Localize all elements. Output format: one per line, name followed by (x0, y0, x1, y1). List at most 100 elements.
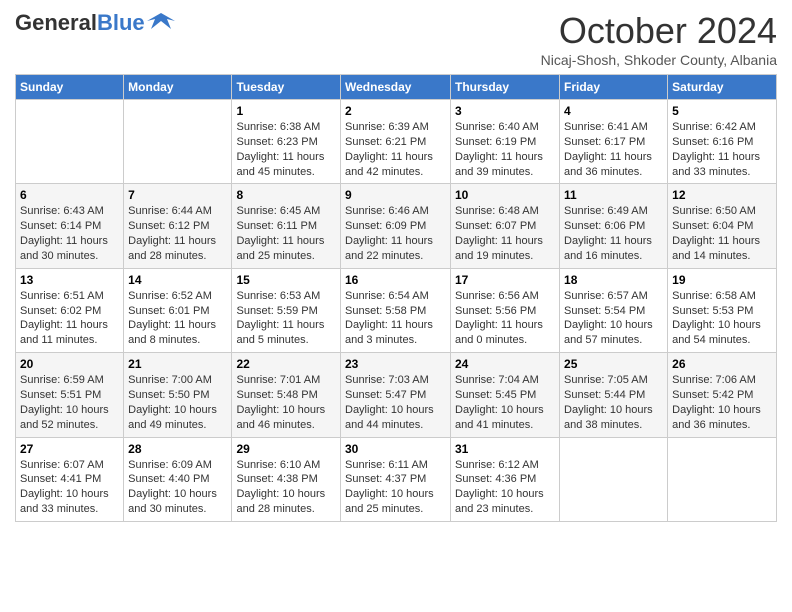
calendar-cell: 9 Sunrise: 6:46 AMSunset: 6:09 PMDaylight… (341, 184, 451, 268)
calendar-cell: 8Sunrise: 6:45 AMSunset: 6:11 PMDaylight… (232, 184, 341, 268)
calendar-week-4: 20 Sunrise: 6:59 AMSunset: 5:51 PMDayligh… (16, 353, 777, 437)
day-number: 18 (564, 273, 663, 287)
calendar-cell: 28Sunrise: 6:09 AMSunset: 4:40 PMDayligh… (124, 437, 232, 521)
calendar-cell: 21Sunrise: 7:00 AMSunset: 5:50 PMDayligh… (124, 353, 232, 437)
calendar-cell: 22Sunrise: 7:01 AMSunset: 5:48 PMDayligh… (232, 353, 341, 437)
day-info: Sunrise: 7:05 AMSunset: 5:44 PMDaylight:… (564, 373, 663, 432)
day-info: Sunrise: 6:54 AMSunset: 5:58 PMDaylight:… (345, 289, 446, 348)
day-number: 25 (564, 357, 663, 371)
logo-general: General (15, 10, 97, 35)
day-number: 21 (128, 357, 227, 371)
day-number: 6 (20, 188, 119, 202)
day-info: Sunrise: 6:52 AMSunset: 6:01 PMDaylight:… (128, 289, 227, 348)
day-number: 12 (672, 188, 772, 202)
day-number: 5 (672, 104, 772, 118)
day-number: 11 (564, 188, 663, 202)
day-number: 16 (345, 273, 446, 287)
header-row: Sunday Monday Tuesday Wednesday Thursday… (16, 75, 777, 100)
calendar-table: Sunday Monday Tuesday Wednesday Thursday… (15, 74, 777, 522)
day-info: Sunrise: 6:58 AMSunset: 5:53 PMDaylight:… (672, 289, 772, 348)
day-info: Sunrise: 6:41 AMSunset: 6:17 PMDaylight:… (564, 120, 663, 179)
day-number: 22 (236, 357, 336, 371)
day-info: Sunrise: 6:09 AMSunset: 4:40 PMDaylight:… (128, 458, 227, 517)
calendar-cell: 15 Sunrise: 6:53 AMSunset: 5:59 PMDayligh… (232, 268, 341, 352)
day-number: 17 (455, 273, 555, 287)
day-info: Sunrise: 6:10 AMSunset: 4:38 PMDaylight:… (236, 458, 336, 517)
day-number: 29 (236, 442, 336, 456)
calendar-cell: 24 Sunrise: 7:04 AMSunset: 5:45 PMDayligh… (451, 353, 560, 437)
day-number: 15 (236, 273, 336, 287)
col-wednesday: Wednesday (341, 75, 451, 100)
calendar-cell: 29 Sunrise: 6:10 AMSunset: 4:38 PMDayligh… (232, 437, 341, 521)
day-info: Sunrise: 6:51 AMSunset: 6:02 PMDaylight:… (20, 289, 119, 348)
day-info: Sunrise: 6:59 AMSunset: 5:51 PMDaylight:… (20, 373, 119, 432)
col-saturday: Saturday (668, 75, 777, 100)
day-info: Sunrise: 6:48 AMSunset: 6:07 PMDaylight:… (455, 204, 555, 263)
day-number: 24 (455, 357, 555, 371)
day-info: Sunrise: 6:42 AMSunset: 6:16 PMDaylight:… (672, 120, 772, 179)
col-tuesday: Tuesday (232, 75, 341, 100)
day-number: 31 (455, 442, 555, 456)
logo: GeneralBlue (15, 10, 175, 36)
day-info: Sunrise: 6:56 AMSunset: 5:56 PMDaylight:… (455, 289, 555, 348)
day-number: 7 (128, 188, 227, 202)
day-number: 13 (20, 273, 119, 287)
day-info: Sunrise: 6:53 AMSunset: 5:59 PMDaylight:… (236, 289, 336, 348)
calendar-cell: 25 Sunrise: 7:05 AMSunset: 5:44 PMDayligh… (560, 353, 668, 437)
day-info: Sunrise: 7:06 AMSunset: 5:42 PMDaylight:… (672, 373, 772, 432)
day-number: 4 (564, 104, 663, 118)
calendar-cell: 17 Sunrise: 6:56 AMSunset: 5:56 PMDayligh… (451, 268, 560, 352)
title-area: October 2024 Nicaj-Shosh, Shkoder County… (541, 10, 777, 68)
day-info: Sunrise: 7:03 AMSunset: 5:47 PMDaylight:… (345, 373, 446, 432)
day-number: 20 (20, 357, 119, 371)
col-thursday: Thursday (451, 75, 560, 100)
calendar-cell (668, 437, 777, 521)
day-number: 30 (345, 442, 446, 456)
calendar-cell: 27Sunrise: 6:07 AMSunset: 4:41 PMDayligh… (16, 437, 124, 521)
day-number: 10 (455, 188, 555, 202)
day-number: 2 (345, 104, 446, 118)
calendar-cell: 31 Sunrise: 6:12 AMSunset: 4:36 PMDayligh… (451, 437, 560, 521)
calendar-cell: 10 Sunrise: 6:48 AMSunset: 6:07 PMDayligh… (451, 184, 560, 268)
calendar-header: Sunday Monday Tuesday Wednesday Thursday… (16, 75, 777, 100)
day-info: Sunrise: 6:43 AMSunset: 6:14 PMDaylight:… (20, 204, 119, 263)
header: GeneralBlue October 2024 Nicaj-Shosh, Sh… (15, 10, 777, 68)
calendar-week-5: 27Sunrise: 6:07 AMSunset: 4:41 PMDayligh… (16, 437, 777, 521)
calendar-cell: 3Sunrise: 6:40 AMSunset: 6:19 PMDaylight… (451, 100, 560, 184)
calendar-cell: 30Sunrise: 6:11 AMSunset: 4:37 PMDayligh… (341, 437, 451, 521)
day-info: Sunrise: 6:49 AMSunset: 6:06 PMDaylight:… (564, 204, 663, 263)
logo-bird-icon (147, 11, 175, 31)
calendar-week-2: 6 Sunrise: 6:43 AMSunset: 6:14 PMDaylight… (16, 184, 777, 268)
logo-blue: Blue (97, 10, 145, 35)
month-title: October 2024 (541, 10, 777, 52)
calendar-cell: 19Sunrise: 6:58 AMSunset: 5:53 PMDayligh… (668, 268, 777, 352)
main-container: GeneralBlue October 2024 Nicaj-Shosh, Sh… (0, 0, 792, 537)
day-number: 8 (236, 188, 336, 202)
calendar-cell (124, 100, 232, 184)
day-info: Sunrise: 6:38 AMSunset: 6:23 PMDaylight:… (236, 120, 336, 179)
day-number: 14 (128, 273, 227, 287)
day-info: Sunrise: 6:12 AMSunset: 4:36 PMDaylight:… (455, 458, 555, 517)
calendar-week-3: 13 Sunrise: 6:51 AMSunset: 6:02 PMDayligh… (16, 268, 777, 352)
day-number: 27 (20, 442, 119, 456)
calendar-cell: 20 Sunrise: 6:59 AMSunset: 5:51 PMDayligh… (16, 353, 124, 437)
calendar-cell: 4 Sunrise: 6:41 AMSunset: 6:17 PMDaylight… (560, 100, 668, 184)
calendar-cell: 26 Sunrise: 7:06 AMSunset: 5:42 PMDayligh… (668, 353, 777, 437)
calendar-cell: 6 Sunrise: 6:43 AMSunset: 6:14 PMDaylight… (16, 184, 124, 268)
calendar-cell: 7Sunrise: 6:44 AMSunset: 6:12 PMDaylight… (124, 184, 232, 268)
day-number: 26 (672, 357, 772, 371)
day-info: Sunrise: 7:04 AMSunset: 5:45 PMDaylight:… (455, 373, 555, 432)
day-number: 1 (236, 104, 336, 118)
day-info: Sunrise: 6:46 AMSunset: 6:09 PMDaylight:… (345, 204, 446, 263)
subtitle: Nicaj-Shosh, Shkoder County, Albania (541, 52, 777, 68)
day-info: Sunrise: 6:40 AMSunset: 6:19 PMDaylight:… (455, 120, 555, 179)
calendar-cell: 18Sunrise: 6:57 AMSunset: 5:54 PMDayligh… (560, 268, 668, 352)
calendar-cell: 16 Sunrise: 6:54 AMSunset: 5:58 PMDayligh… (341, 268, 451, 352)
calendar-cell: 13 Sunrise: 6:51 AMSunset: 6:02 PMDayligh… (16, 268, 124, 352)
calendar-cell (560, 437, 668, 521)
day-info: Sunrise: 6:50 AMSunset: 6:04 PMDaylight:… (672, 204, 772, 263)
day-number: 9 (345, 188, 446, 202)
calendar-cell: 5 Sunrise: 6:42 AMSunset: 6:16 PMDaylight… (668, 100, 777, 184)
calendar-cell: 2Sunrise: 6:39 AMSunset: 6:21 PMDaylight… (341, 100, 451, 184)
calendar-cell: 14 Sunrise: 6:52 AMSunset: 6:01 PMDayligh… (124, 268, 232, 352)
